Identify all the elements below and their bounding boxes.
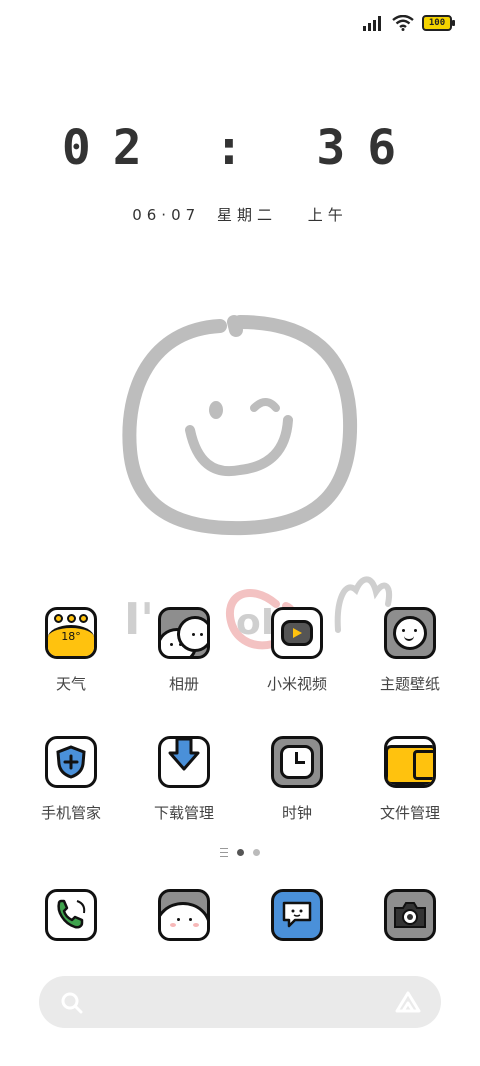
- app-label: 相册: [168, 675, 199, 693]
- app-gallery[interactable]: 相册: [128, 607, 240, 694]
- phone-icon: [45, 889, 97, 941]
- app-file-manager[interactable]: 文件管理: [354, 736, 466, 823]
- messages-icon: [271, 889, 323, 941]
- clock-icon: [271, 736, 323, 788]
- download-icon: [158, 736, 210, 788]
- dock-camera[interactable]: [354, 889, 466, 941]
- app-downloads[interactable]: 下载管理: [128, 736, 240, 823]
- date-weekday: 星期二: [216, 206, 277, 224]
- clock-time: 02 : 36: [61, 120, 419, 176]
- gallery-icon: [158, 607, 210, 659]
- dock-messages[interactable]: [241, 889, 353, 941]
- themes-icon: [384, 607, 436, 659]
- signal-icon: [363, 16, 381, 31]
- status-bar: 100: [362, 12, 455, 34]
- search-bar[interactable]: [39, 976, 441, 1028]
- date-day: 06·07: [132, 206, 201, 224]
- app-themes[interactable]: 主题壁纸: [354, 607, 466, 694]
- search-icon: [61, 992, 83, 1014]
- file-manager-icon: [384, 736, 436, 788]
- date-line: 06·07 星期二 上午: [0, 204, 480, 225]
- app-label: 时钟: [281, 804, 312, 822]
- weather-icon: 18°: [45, 607, 97, 659]
- app-label: 小米视频: [266, 675, 327, 693]
- wifi-icon: [392, 15, 414, 31]
- weather-temp: 18°: [61, 630, 81, 643]
- app-label: 天气: [55, 675, 86, 693]
- assistant-icon[interactable]: [395, 990, 421, 1014]
- app-weather[interactable]: 18° 天气: [15, 607, 127, 694]
- page-dot-2[interactable]: [253, 849, 260, 856]
- date-period: 上午: [307, 206, 348, 224]
- camera-icon: [384, 889, 436, 941]
- battery-icon: 100: [422, 15, 455, 31]
- page-indicator[interactable]: [0, 848, 480, 857]
- app-label: 手机管家: [40, 804, 101, 822]
- contacts-icon: [158, 889, 210, 941]
- app-video[interactable]: 小米视频: [241, 607, 353, 694]
- security-icon: [45, 736, 97, 788]
- app-drawer-indicator[interactable]: [220, 848, 228, 857]
- app-label: 下载管理: [153, 804, 214, 822]
- app-security[interactable]: 手机管家: [15, 736, 127, 823]
- app-clock[interactable]: 时钟: [241, 736, 353, 823]
- page-dot-1[interactable]: [237, 849, 244, 856]
- battery-level: 100: [428, 18, 446, 28]
- video-icon: [271, 607, 323, 659]
- dock-phone[interactable]: [15, 889, 127, 941]
- app-label: 文件管理: [379, 804, 440, 822]
- app-label: 主题壁纸: [379, 675, 440, 693]
- dock-contacts[interactable]: [128, 889, 240, 941]
